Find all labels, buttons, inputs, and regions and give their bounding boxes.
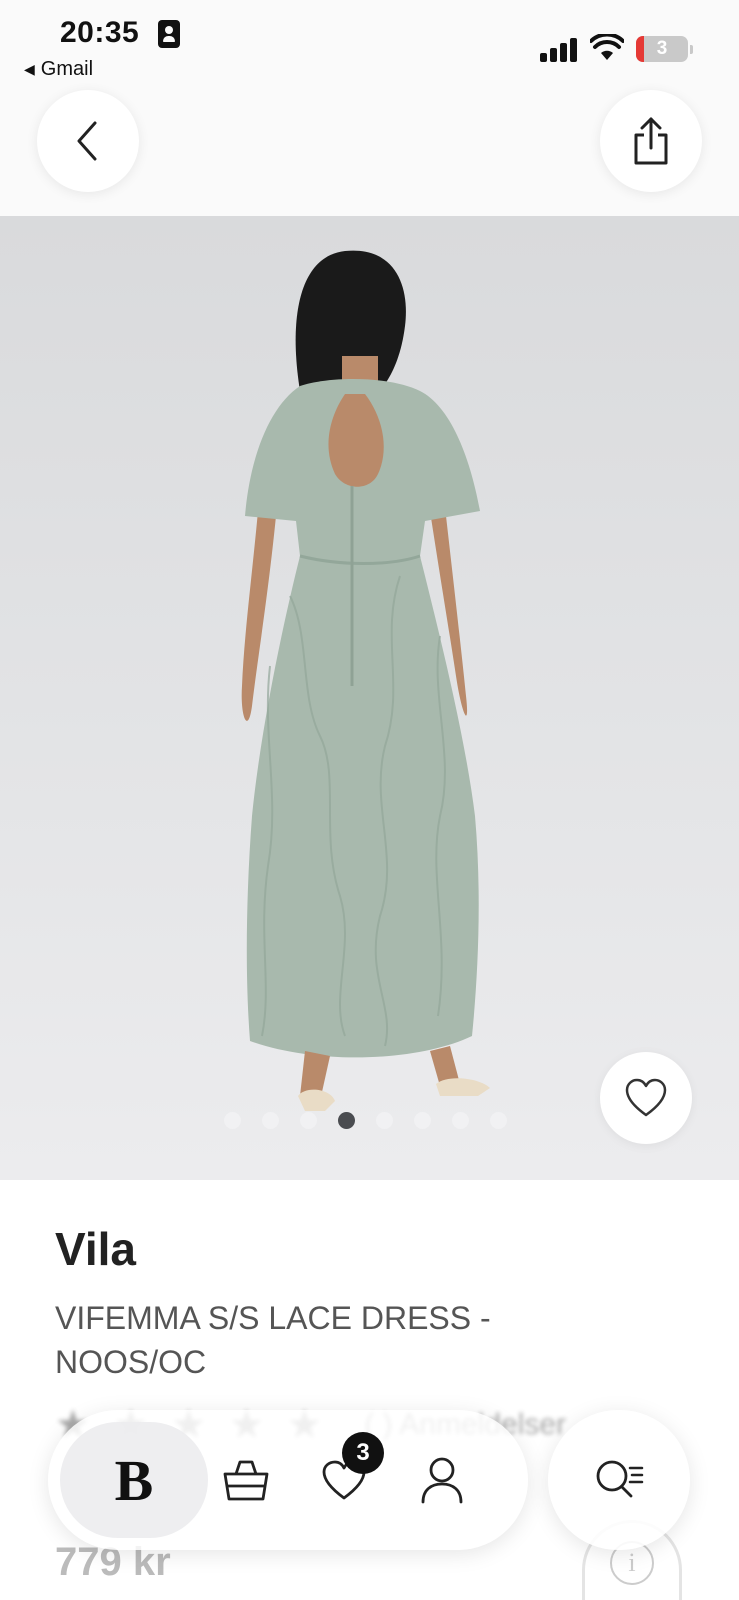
id-card-icon	[158, 20, 180, 48]
pagination-dot[interactable]	[414, 1112, 431, 1129]
product-name: VIFEMMA S/S LACE DRESS - NOOS/OC	[55, 1300, 491, 1380]
heart-icon	[625, 1078, 667, 1117]
pagination-dot[interactable]	[262, 1112, 279, 1129]
image-pagination[interactable]	[224, 1112, 507, 1130]
favorites-count-badge: 3	[342, 1432, 384, 1474]
add-to-wishlist-button[interactable]	[600, 1052, 692, 1144]
back-triangle-icon: ◀	[24, 61, 35, 77]
user-icon	[421, 1457, 463, 1504]
bag-icon	[223, 1460, 269, 1501]
nav-home-button[interactable]: B	[60, 1422, 208, 1538]
bottom-nav: B 3	[48, 1410, 528, 1550]
pagination-dot[interactable]	[490, 1112, 507, 1129]
product-photo-dress	[241, 250, 490, 1111]
pagination-dot[interactable]	[300, 1112, 317, 1129]
status-bar: 20:35 ◀ Gmail 3	[0, 0, 739, 86]
chevron-left-icon	[77, 121, 97, 161]
back-button[interactable]	[37, 90, 139, 192]
back-to-app-link[interactable]: ◀ Gmail	[24, 58, 93, 81]
status-time: 20:35	[60, 16, 140, 49]
signal-icon	[540, 36, 578, 62]
wifi-icon	[590, 34, 624, 60]
search-button[interactable]	[548, 1410, 690, 1550]
pagination-dot[interactable]	[452, 1112, 469, 1129]
product-brand[interactable]: Vila	[55, 1222, 136, 1276]
pagination-dot[interactable]	[224, 1112, 241, 1129]
share-button[interactable]	[600, 90, 702, 192]
nav-account-button[interactable]	[404, 1442, 480, 1518]
nav-bag-button[interactable]	[208, 1442, 284, 1518]
search-filter-icon	[596, 1460, 644, 1498]
battery-level: 3	[656, 38, 668, 59]
pagination-dot-active[interactable]	[338, 1112, 355, 1129]
share-icon	[634, 117, 668, 165]
pagination-dot[interactable]	[376, 1112, 393, 1129]
back-app-label: Gmail	[40, 58, 94, 80]
product-image[interactable]	[0, 216, 739, 1180]
brand-logo: B	[114, 1447, 154, 1513]
battery-icon: 3	[636, 36, 693, 62]
